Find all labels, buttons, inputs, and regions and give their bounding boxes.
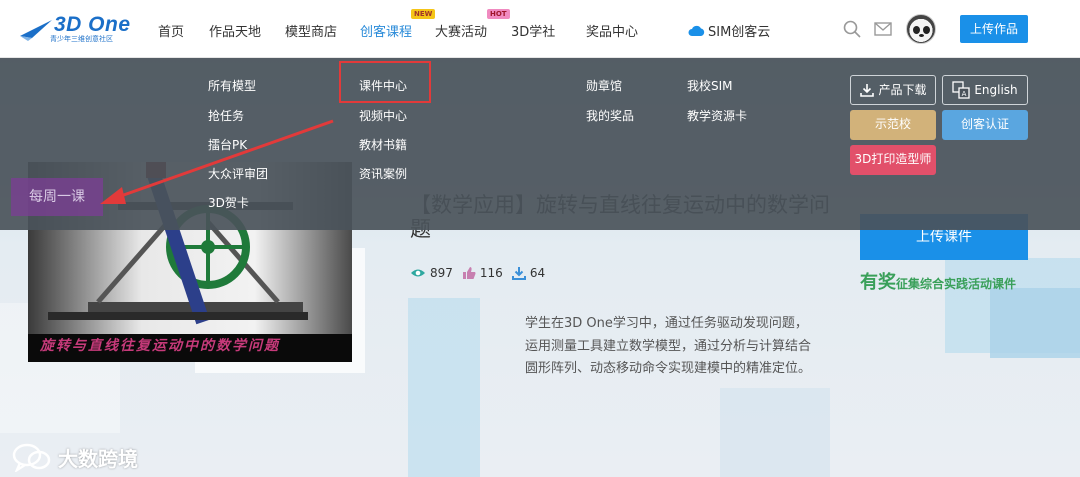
annotation-arrow-icon — [100, 119, 334, 204]
watermark: 大数跨境 — [12, 442, 138, 472]
watermark-text: 大数跨境 — [58, 446, 138, 471]
wechat-icon — [12, 443, 51, 472]
